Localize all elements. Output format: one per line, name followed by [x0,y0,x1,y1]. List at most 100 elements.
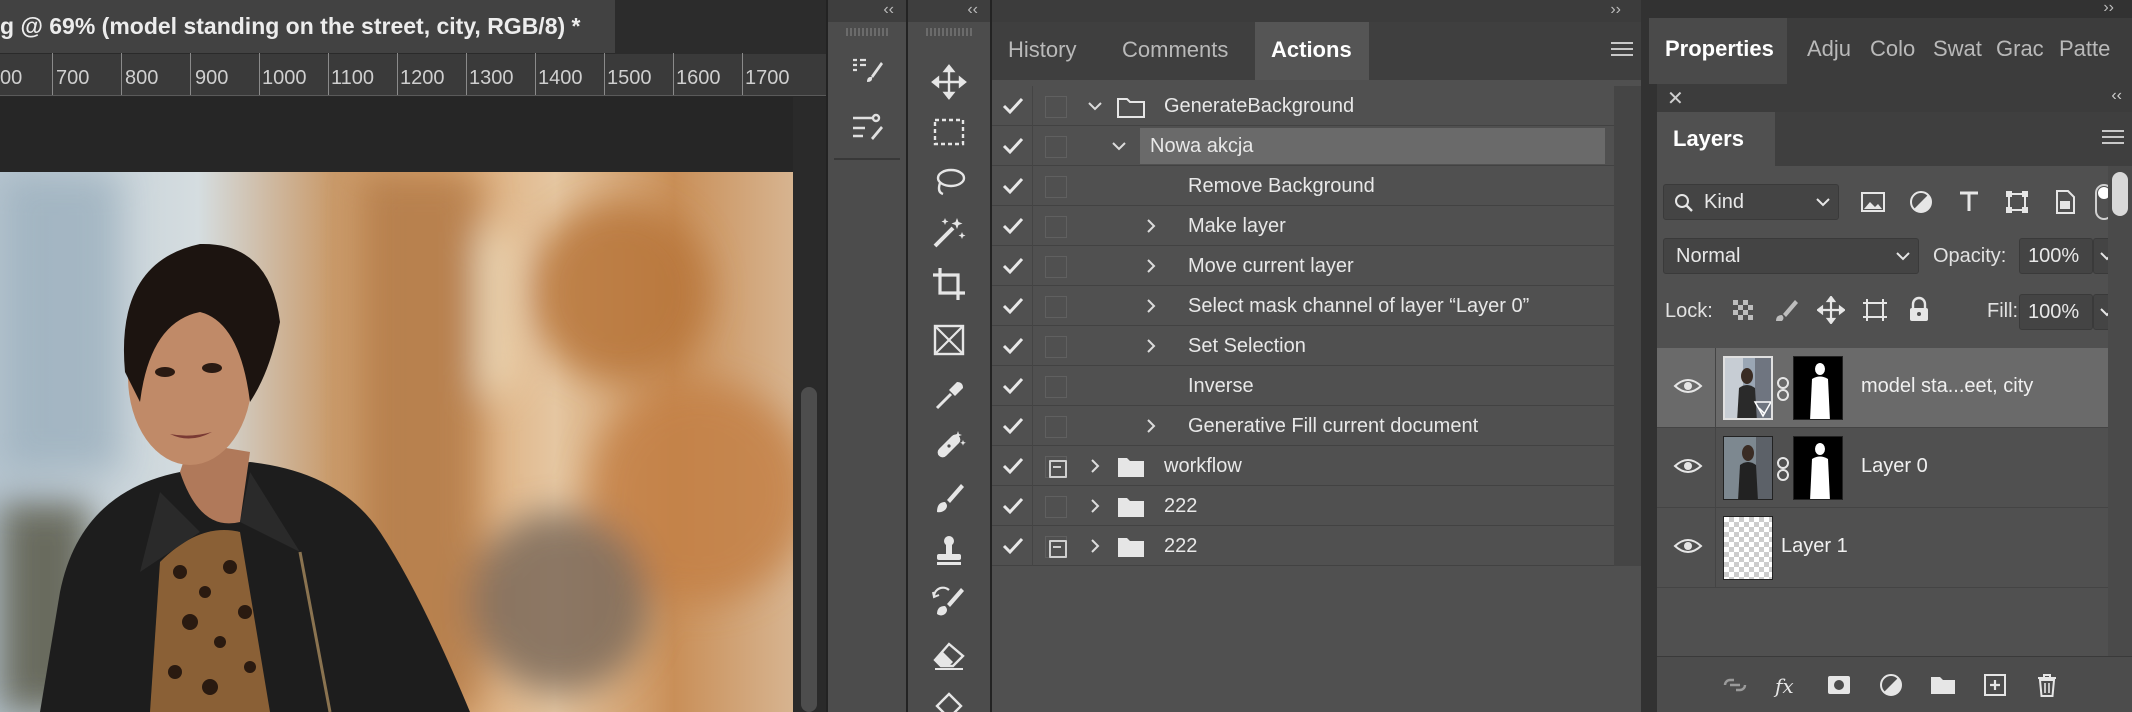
panel-menu-icon[interactable] [2102,130,2124,146]
checkmark-icon[interactable] [1000,533,1026,559]
action-set-row[interactable]: 222 [992,526,1614,566]
layer-thumbnail-transparent[interactable] [1723,516,1773,580]
eye-icon[interactable] [1673,454,1703,478]
checkmark-icon[interactable] [1000,173,1026,199]
brush-tool-icon[interactable] [908,476,990,520]
lock-all-icon[interactable] [1905,296,1933,324]
chevron-right-icon[interactable] [1142,417,1160,435]
layer-mask-thumbnail[interactable] [1793,436,1843,500]
dialog-toggle[interactable] [1045,216,1067,238]
action-step-row[interactable]: Set Selection [992,326,1614,366]
checkmark-icon[interactable] [1000,253,1026,279]
lock-artboard-icon[interactable] [1861,296,1889,324]
scrollbar-thumb[interactable] [2112,172,2128,216]
dialog-toggle[interactable] [1045,96,1067,118]
filter-smart-object-icon[interactable] [2051,188,2079,216]
chevron-down-icon[interactable] [1086,97,1104,115]
eraser-tool-icon[interactable] [908,632,990,676]
layer-thumbnail[interactable] [1723,436,1773,500]
filter-shape-icon[interactable] [2003,188,2031,216]
filter-type-icon[interactable] [1955,188,1983,216]
healing-brush-tool-icon[interactable] [908,424,990,468]
layer-row[interactable]: model sta...eet, city [1657,348,2124,428]
lock-position-icon[interactable] [1817,296,1845,324]
tab-properties[interactable]: Properties [1649,18,1787,84]
link-icon[interactable] [1775,376,1791,402]
action-step-row[interactable]: Inverse [992,366,1614,406]
collapse-button[interactable]: ‹‹ [908,0,990,22]
chevron-down-icon[interactable] [1110,137,1128,155]
action-step-row[interactable]: Move current layer [992,246,1614,286]
dialog-toggle[interactable] [1045,416,1067,438]
action-step-row[interactable]: Generative Fill current document [992,406,1614,446]
layer-row[interactable]: Layer 0 [1657,428,2124,508]
tab-history[interactable]: History [992,22,1092,80]
action-step-row[interactable]: Select mask channel of layer “Layer 0” [992,286,1614,326]
chevron-right-icon[interactable] [1142,257,1160,275]
tab-patterns[interactable]: Patte [2049,18,2120,84]
tab-color[interactable]: Colo [1860,18,1925,84]
chevron-right-icon[interactable] [1142,297,1160,315]
collapse-button[interactable]: ›› [992,0,1641,22]
checkmark-icon[interactable] [1000,93,1026,119]
actions-panel-icon[interactable] [828,48,906,92]
action-step-row[interactable]: Remove Background [992,166,1614,206]
checkmark-icon[interactable] [1000,373,1026,399]
collapse-button[interactable]: ›› [1649,0,2132,18]
new-layer-icon[interactable] [1981,671,2009,699]
layers-scrollbar[interactable] [2108,166,2132,656]
add-mask-icon[interactable] [1825,671,1853,699]
dialog-toggle[interactable] [1045,176,1067,198]
dialog-toggle[interactable] [1045,496,1067,518]
fx-icon[interactable]: fx [1773,671,1801,699]
tab-actions[interactable]: Actions [1255,22,1369,80]
clone-stamp-tool-icon[interactable] [908,528,990,572]
dialog-toggle[interactable] [1045,256,1067,278]
horizontal-ruler[interactable]: 00 700 800 900 1000 1100 1200 1300 1400 … [0,53,826,96]
marquee-tool-icon[interactable] [908,110,990,154]
history-brush-tool-icon[interactable] [908,580,990,624]
dialog-toggle[interactable] [1045,136,1067,158]
link-layers-icon[interactable] [1721,671,1749,699]
new-group-icon[interactable] [1929,671,1957,699]
properties-panel-icon[interactable] [828,104,906,148]
dialog-toggle[interactable] [1045,536,1067,558]
move-tool-icon[interactable] [908,60,990,104]
document-tab[interactable]: g @ 69% (model standing on the street, c… [0,0,615,54]
grip-handle[interactable] [846,28,888,36]
opacity-input[interactable]: 100% [2019,238,2093,274]
filter-pixel-icon[interactable] [1859,188,1887,216]
delete-layer-icon[interactable] [2033,671,2061,699]
layer-row[interactable]: Layer 1 [1657,508,2124,588]
collapse-button[interactable]: ‹‹ [828,0,906,22]
chevron-right-icon[interactable] [1086,497,1104,515]
action-step-row[interactable]: Make layer [992,206,1614,246]
vertical-scrollbar[interactable] [793,97,826,712]
checkmark-icon[interactable] [1000,293,1026,319]
action-row[interactable]: Nowa akcja [992,126,1614,166]
tab-adjustments[interactable]: Adju [1797,18,1861,84]
tab-comments[interactable]: Comments [1106,22,1244,80]
lasso-tool-icon[interactable] [908,160,990,204]
action-set-row[interactable]: 222 [992,486,1614,526]
magic-wand-tool-icon[interactable] [908,210,990,254]
dialog-toggle[interactable] [1045,376,1067,398]
collapse-icon[interactable]: ‹‹ [2111,87,2122,105]
layer-mask-thumbnail[interactable] [1793,356,1843,420]
tab-gradients[interactable]: Grac [1986,18,2054,84]
layer-thumbnail[interactable] [1723,356,1773,420]
checkmark-icon[interactable] [1000,453,1026,479]
canvas-image[interactable] [0,172,793,712]
lock-transparent-pixels-icon[interactable] [1729,296,1757,324]
checkmark-icon[interactable] [1000,333,1026,359]
tab-swatches[interactable]: Swat [1923,18,1992,84]
blend-mode-select[interactable]: Normal [1663,238,1919,274]
tab-layers[interactable]: Layers [1657,112,1775,166]
panel-menu-icon[interactable] [1611,42,1633,58]
paint-bucket-tool-icon[interactable] [908,684,990,712]
action-set-row[interactable]: workflow [992,446,1614,486]
scrollbar-thumb[interactable] [801,387,817,712]
crop-tool-icon[interactable] [908,262,990,306]
chevron-right-icon[interactable] [1142,217,1160,235]
chevron-right-icon[interactable] [1086,537,1104,555]
